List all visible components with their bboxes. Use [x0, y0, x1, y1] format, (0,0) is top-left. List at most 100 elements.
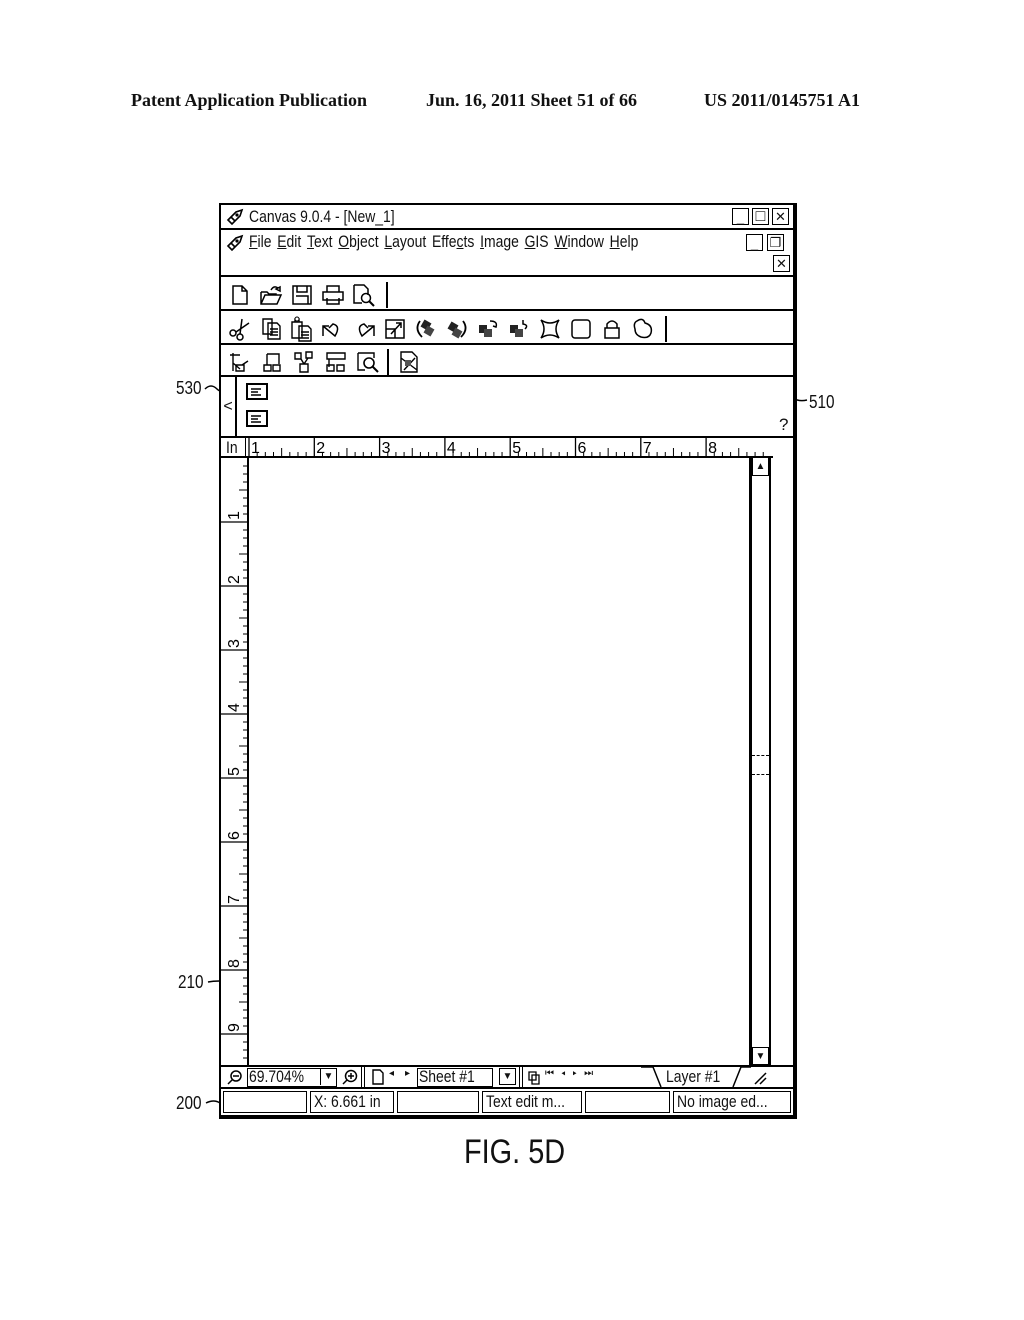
- new-document-icon[interactable]: [227, 283, 252, 307]
- redo-icon[interactable]: [351, 317, 376, 341]
- edit-toolbar: [221, 311, 793, 345]
- status-bar: X: 6.661 in Text edit m... No image ed..…: [221, 1089, 793, 1115]
- paste-icon[interactable]: [289, 316, 314, 342]
- layer-tab[interactable]: Layer #1: [666, 1067, 732, 1087]
- first-layer-icon[interactable]: ⏮: [545, 1068, 561, 1079]
- undo-icon[interactable]: [320, 317, 345, 341]
- prev-layer-icon[interactable]: ◂: [561, 1068, 573, 1079]
- restore-icon: ❐: [769, 235, 782, 250]
- image-tool-icon[interactable]: [396, 350, 421, 374]
- help-button[interactable]: ?: [779, 415, 788, 435]
- scroll-up-button[interactable]: ▲: [752, 458, 769, 476]
- toolbar-separator: [665, 316, 667, 342]
- menu-item-layout[interactable]: Layout: [384, 232, 426, 252]
- group-icon[interactable]: [259, 350, 284, 374]
- doc-close-button[interactable]: ✕: [773, 255, 790, 272]
- chevron-left-icon: <: [223, 397, 233, 415]
- figure-label: FIG. 5D: [464, 1133, 566, 1171]
- horizontal-ruler-ticks: 1 2 3 4 5 6 7 8: [248, 438, 764, 456]
- next-layer-icon[interactable]: ▸: [573, 1068, 585, 1079]
- copy-icon[interactable]: [258, 317, 283, 341]
- flip-alt-icon[interactable]: [506, 317, 531, 341]
- zoom-view-icon[interactable]: [355, 350, 380, 374]
- print-preview-icon[interactable]: [351, 283, 376, 307]
- ungroup-icon[interactable]: [291, 350, 316, 374]
- close-icon: ✕: [775, 209, 786, 224]
- menu-item-edit[interactable]: Edit: [277, 232, 301, 252]
- maximize-button[interactable]: □: [752, 208, 769, 225]
- vertical-scrollbar[interactable]: ▲ ▼: [749, 458, 771, 1065]
- v-ruler-label: 7: [226, 895, 243, 904]
- flip-icon[interactable]: [475, 317, 500, 341]
- toolbar-separator: [387, 349, 389, 375]
- zoom-out-button[interactable]: [227, 1069, 243, 1088]
- doc-restore-button[interactable]: ❐: [767, 234, 784, 251]
- h-ruler-label: 4: [447, 440, 456, 456]
- v-ruler-label: 5: [226, 767, 243, 776]
- menu-item-image[interactable]: Image: [480, 232, 519, 252]
- text-properties-icon[interactable]: [246, 383, 268, 400]
- close-button[interactable]: ✕: [772, 208, 789, 225]
- menu-item-gis[interactable]: GIS: [525, 232, 549, 252]
- rectangle-icon[interactable]: [568, 317, 593, 341]
- arrow-left-icon: ◂: [389, 1068, 395, 1079]
- zoom-dropdown-button[interactable]: ▼: [320, 1069, 336, 1085]
- rotate-left-icon[interactable]: [413, 317, 438, 341]
- chevron-down-icon: ▼: [323, 1071, 334, 1082]
- open-folder-icon[interactable]: [258, 283, 283, 307]
- collapse-properties-button[interactable]: <: [221, 377, 237, 436]
- arrow-down-icon: ▼: [755, 1050, 766, 1062]
- paragraph-properties-icon[interactable]: [246, 410, 268, 427]
- h-ruler-label: 8: [708, 440, 717, 456]
- zoom-out-icon: [227, 1070, 242, 1085]
- rotate-right-icon[interactable]: [444, 317, 469, 341]
- next-sheet-button[interactable]: ▸: [405, 1068, 410, 1079]
- status-cell-empty: [223, 1091, 307, 1113]
- lock-icon[interactable]: [599, 317, 624, 341]
- last-layer-icon[interactable]: ⏭: [584, 1068, 600, 1079]
- v-ruler-label: 6: [226, 831, 243, 840]
- free-transform-icon[interactable]: [537, 317, 562, 341]
- document-icon: [226, 234, 244, 252]
- save-icon[interactable]: [289, 283, 314, 307]
- menu-item-object[interactable]: Object: [338, 232, 378, 252]
- menu-item-window[interactable]: Window: [554, 232, 604, 252]
- transform-icon[interactable]: [382, 317, 407, 341]
- layers-button[interactable]: [527, 1070, 543, 1091]
- layers-icon: [528, 1071, 540, 1085]
- help-icon: ?: [779, 415, 789, 434]
- status-mode: Text edit m...: [482, 1091, 582, 1113]
- arrange-icon[interactable]: [323, 350, 348, 374]
- sheet-selector[interactable]: Sheet #1: [417, 1067, 493, 1087]
- resize-grip-icon[interactable]: [751, 1069, 767, 1085]
- minimize-button[interactable]: _: [732, 208, 749, 225]
- h-ruler-label: 7: [643, 440, 652, 456]
- zoom-in-button[interactable]: [341, 1069, 359, 1090]
- sheet-dropdown-button[interactable]: ▼: [499, 1068, 516, 1085]
- menu-item-help[interactable]: Help: [610, 232, 639, 252]
- scroll-down-button[interactable]: ▼: [752, 1047, 769, 1065]
- application-window: Canvas 9.0.4 - [New_1] _ □ ✕ File Edit Tex…: [219, 203, 797, 1119]
- doc-minimize-button[interactable]: _: [746, 234, 763, 251]
- new-sheet-button[interactable]: [371, 1069, 385, 1090]
- print-icon[interactable]: [320, 283, 345, 307]
- layer-nav-buttons[interactable]: ⏮◂▸⏭: [545, 1068, 600, 1079]
- h-ruler-label: 2: [316, 440, 325, 456]
- menu-item-text[interactable]: Text: [307, 232, 333, 252]
- scroll-thumb[interactable]: [752, 755, 769, 775]
- menu-item-file[interactable]: File: [249, 232, 271, 252]
- navigation-bar: 69.704% ▼ ◂ ▸ Sheet #1 ▼ ⏮◂▸⏭ Layer #1: [221, 1065, 793, 1089]
- zoom-level-field[interactable]: 69.704% ▼: [247, 1067, 337, 1087]
- menu-item-effects[interactable]: Effects: [432, 232, 474, 252]
- smooth-shape-icon[interactable]: [630, 317, 655, 341]
- cut-icon[interactable]: [227, 317, 252, 341]
- status-cell-blank2: [585, 1091, 670, 1113]
- window-title: Canvas 9.0.4 - [New_1]: [249, 207, 395, 226]
- drawing-canvas[interactable]: [249, 458, 749, 1065]
- horizontal-ruler: In 1 2 3 4 5 6 7 8: [221, 438, 773, 458]
- prev-sheet-button[interactable]: ◂: [389, 1068, 394, 1079]
- chevron-down-icon: ▼: [502, 1071, 513, 1082]
- close-icon: ✕: [776, 256, 787, 271]
- align-grid-icon[interactable]: [227, 350, 252, 374]
- properties-bar: < ?: [221, 377, 793, 438]
